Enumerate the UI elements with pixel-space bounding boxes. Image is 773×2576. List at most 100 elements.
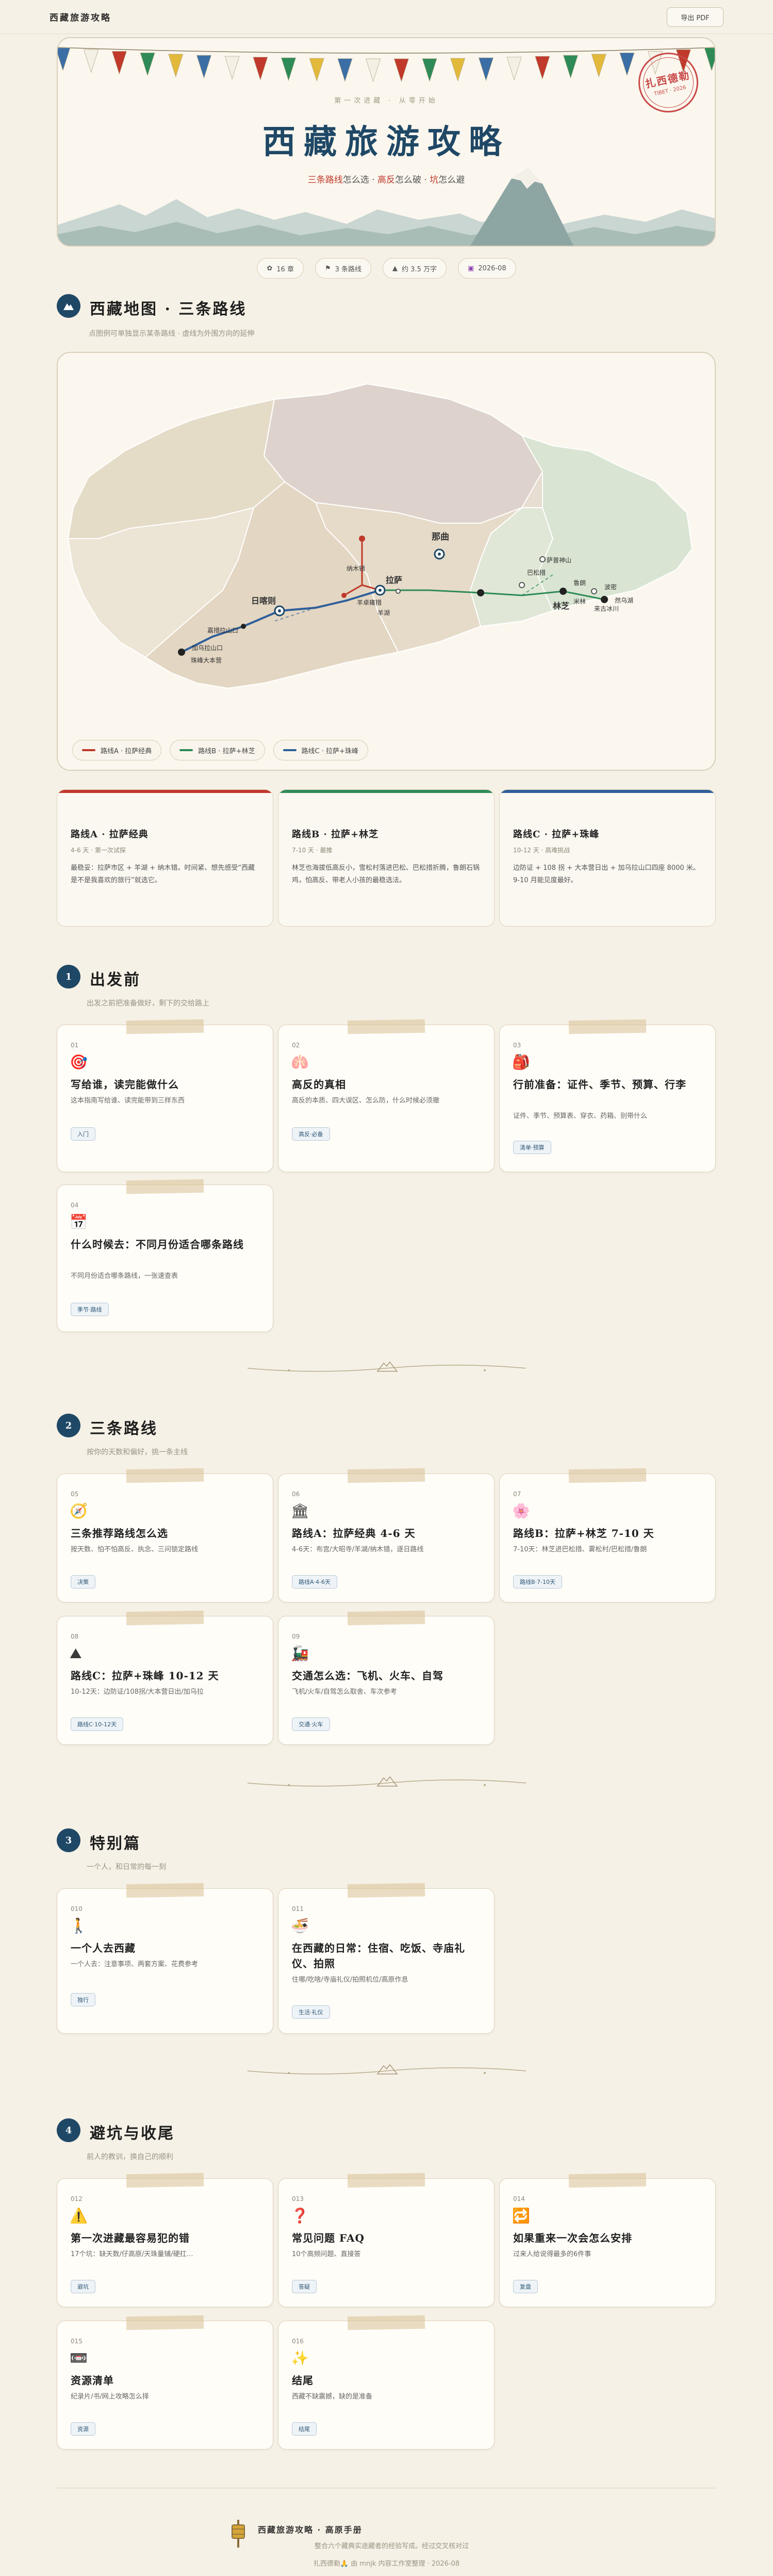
chapter-desc: 17个坑：缺天数/仔高原/天珠量铺/硬扛… <box>71 2250 193 2258</box>
chapter-tag: 独行 <box>71 1993 95 2006</box>
target-icon: 🎯 <box>70 1054 88 1071</box>
warning-icon: ⚠️ <box>70 2207 88 2224</box>
chapter-title: 路线C：拉萨+珠峰 10-12 天 <box>71 1670 219 1682</box>
tibet-map-panel: 那曲 拉萨 日喀则 林芝 米林 巴松措 鲁朗 波密 然乌湖 来古冰川 纳木错 羊… <box>57 352 716 771</box>
route-title: 路线B · 拉萨+林芝 <box>292 829 379 840</box>
chapter-card-06[interactable]: 06 🏛 路线A：拉萨经典 4-6 天 4-6天：布宫/大昭寺/羊湖/纳木错，逐… <box>278 1468 495 1602</box>
chapter-title: 资源清单 <box>71 2374 114 2387</box>
chapter-desc: 纪录片/书/网上攻略怎么择 <box>71 2393 149 2401</box>
map-label: 日喀则 <box>251 596 276 606</box>
route-card-a[interactable]: 路线A · 拉萨经典 4-6 天 · 第一次试探 最稳妥：拉萨市区 + 羊湖 +… <box>57 789 273 927</box>
chapter-desc: 4-6天：布宫/大昭寺/羊湖/纳木错，逐日路线 <box>292 1546 424 1553</box>
route-card-b[interactable]: 路线B · 拉萨+林芝 7-10 天 · 最推 林芝也海拔低高反小，雪松村落进巴… <box>278 789 495 927</box>
chapter-tag: 路线B·7-10天 <box>513 1575 563 1589</box>
chapter-desc: 过来人给说得最多的6件事 <box>513 2250 591 2258</box>
map-section-icon <box>57 294 80 318</box>
map-label: 嘉措拉山口 <box>207 626 238 634</box>
chapter-card-09[interactable]: 09 🚂 交通怎么选：飞机、火车、自驾 飞机/火车/自驾怎么取舍、车次参考 交通… <box>278 1610 495 1745</box>
chip-date: ▣ 2026-08 <box>457 258 516 279</box>
compass-icon: 🧭 <box>70 1502 88 1519</box>
chapter-desc: 这本指南写给谁、读完能带到三样东西 <box>71 1097 185 1105</box>
prayer-flag <box>196 55 212 79</box>
chapter-card-011[interactable]: 011 🍜 在西藏的日常：住宿、吃饭、寺庙礼仪、拍照 住哪/吃啥/寺庙礼仪/拍照… <box>278 1883 495 2034</box>
prayer-flag <box>309 58 324 82</box>
chapter-tag: 路线C·10-12天 <box>71 1718 124 1731</box>
chapter-card-07[interactable]: 07 🌸 路线B：拉萨+林芝 7-10 天 7-10天：林芝进巴松措、雾松村/巴… <box>499 1468 716 1602</box>
mountain-divider <box>248 2064 526 2075</box>
map-section-desc: 点图例可单独显示某条路线 · 虚线为外围方向的延伸 <box>89 330 255 338</box>
prayer-flag <box>253 57 268 81</box>
map-label: 珠峰大本营 <box>191 657 222 664</box>
blossom-icon: 🌸 <box>512 1502 530 1519</box>
chip-chapters: ✿ 16 章 <box>257 258 304 279</box>
legend-route-b[interactable]: 路线B · 拉萨+林芝 <box>170 740 265 760</box>
footer-title: 西藏旅游攻略 · 高原手册 <box>258 2525 363 2535</box>
chapter-desc: 证件、季节、预算表、穿衣、药箱、别带什么 <box>513 1112 648 1120</box>
chapter-desc: 不同月份适合哪条路线，一张速查表 <box>71 1272 178 1280</box>
sparkles-icon: ✨ <box>291 2350 309 2367</box>
chapter-card-010[interactable]: 010 🚶 一个人去西藏 一个人去：注意事项、两套方案、花费参考 独行 <box>57 1883 273 2034</box>
route-b-swatch <box>179 749 193 751</box>
hero-banner: 扎西德勒 TIBET · 2026 第一次进藏 · 从零开始 西藏旅游攻略 三条… <box>57 37 716 247</box>
chapter-tag: 资源 <box>71 2422 95 2436</box>
chapter-title: 常见问题 FAQ <box>292 2232 365 2244</box>
chapter-card-02[interactable]: 02 🫁 高反的真相 高反的本质、四大误区、怎么防，什么时候必须撤 高反·必备 <box>278 1019 495 1172</box>
chapter-desc: 10个高频问题、直接答 <box>292 2250 361 2258</box>
chapter-tag: 结尾 <box>292 2422 317 2436</box>
map-legend: 路线A · 拉萨经典 路线B · 拉萨+林芝 路线C · 拉萨+珠峰 <box>72 740 368 760</box>
chapter-card-013[interactable]: 013 ❓ 常见问题 FAQ 10个高频问题、直接答 答疑 <box>278 2173 495 2307</box>
chapter-card-015[interactable]: 015 📼 资源清单 纪录片/书/网上攻略怎么择 资源 <box>57 2315 273 2450</box>
chapter-card-08[interactable]: 08 ⛰ 路线C：拉萨+珠峰 10-12 天 10-12天：边防证/108拐/大… <box>57 1610 273 1745</box>
train-icon: 🚂 <box>291 1645 309 1662</box>
chapter-card-016[interactable]: 016 ✨ 结尾 西藏不缺震撼，缺的是准备 结尾 <box>278 2315 495 2450</box>
tibet-map[interactable]: 那曲 拉萨 日喀则 林芝 米林 巴松措 鲁朗 波密 然乌湖 来古冰川 纳木错 羊… <box>58 353 716 735</box>
route-meta: 7-10 天 · 最推 <box>292 847 333 854</box>
map-label: 拉萨 <box>386 575 402 585</box>
section-2-title: 三条路线 <box>90 1420 158 1438</box>
calendar-icon: 📅 <box>70 1213 88 1230</box>
legend-route-a[interactable]: 路线A · 拉萨经典 <box>72 740 162 760</box>
prayer-flag <box>619 52 635 76</box>
chapter-card-012[interactable]: 012 ⚠️ 第一次进藏最容易犯的错 17个坑：缺天数/仔高原/天珠量铺/硬扛…… <box>57 2173 273 2307</box>
noodle-bowl-icon: 🍜 <box>291 1917 309 1934</box>
route-title: 路线C · 拉萨+珠峰 <box>513 829 600 840</box>
walker-icon: 🚶 <box>70 1917 88 1934</box>
legend-route-c[interactable]: 路线C · 拉萨+珠峰 <box>273 740 368 760</box>
section-3-title: 特别篇 <box>90 1835 141 1853</box>
chapter-desc: 飞机/火车/自驾怎么取舍、车次参考 <box>292 1688 397 1696</box>
route-card-c[interactable]: 路线C · 拉萨+珠峰 10-12 天 · 高难挑战 边防证 + 108 拐 +… <box>499 789 716 927</box>
export-pdf-button[interactable]: 导出 PDF <box>667 7 723 27</box>
chip-routes: ⚑ 3 条路线 <box>315 258 372 279</box>
chapter-desc: 按天数、怕不怕高反、执念、三问锁定路线 <box>71 1546 199 1553</box>
chapter-card-05[interactable]: 05 🧭 三条推荐路线怎么选 按天数、怕不怕高反、执念、三问锁定路线 决策 <box>57 1468 273 1602</box>
map-label: 来古冰川 <box>594 605 619 612</box>
chapter-card-01[interactable]: 01 🎯 写给谁，读完能做什么 这本指南写给谁、读完能带到三样东西 入门 <box>57 1019 273 1172</box>
map-section-title: 西藏地图 · 三条路线 <box>90 300 247 318</box>
prayer-flag <box>84 49 99 73</box>
mountain-divider <box>248 1776 526 1787</box>
chapter-title: 行前准备：证件、季节、预算、行李 <box>513 1078 686 1091</box>
prayer-flag <box>450 58 466 82</box>
chapter-tag: 答疑 <box>292 2280 317 2293</box>
route-desc: 最稳妥：拉萨市区 + 羊湖 + 纳木错。时间紧、想先感受“西藏是不是我喜欢的旅行… <box>71 864 255 884</box>
chapter-tag: 避坑 <box>71 2280 95 2293</box>
prayer-flag <box>393 58 409 83</box>
chapter-desc: 一个人去：注意事项、两套方案、花费参考 <box>71 1961 199 1968</box>
chapter-desc: 住哪/吃啥/寺庙礼仪/拍照机位/高原作息 <box>292 1976 408 1984</box>
prayer-flags <box>58 47 715 83</box>
chapter-card-014[interactable]: 014 🔁 如果重来一次会怎么安排 过来人给说得最多的6件事 复盘 <box>499 2173 716 2307</box>
palace-icon: 🏛 <box>291 1502 309 1519</box>
chapter-title: 写给谁，读完能做什么 <box>71 1078 179 1091</box>
top-bar: 西藏旅游攻略 导出 PDF <box>0 0 773 34</box>
prayer-flag <box>140 52 155 76</box>
chapter-card-03[interactable]: 03 🎒 行前准备：证件、季节、预算、行李 证件、季节、预算表、穿衣、药箱、别带… <box>499 1019 716 1172</box>
map-label: 鲁朗 <box>573 579 586 587</box>
lungs-icon: 🫁 <box>291 1054 309 1071</box>
footer-subtitle: 整合六个藏典实途藏者的经验写成。经过交叉核对过 <box>314 2542 469 2550</box>
chapter-title: 一个人去西藏 <box>71 1942 136 1954</box>
section-4-title: 避坑与收尾 <box>90 2125 175 2143</box>
chapter-card-04[interactable]: 04 📅 什么时候去：不同月份适合哪条路线 不同月份适合哪条路线，一张速查表 季… <box>57 1179 273 1332</box>
chapter-title: 结尾 <box>292 2374 314 2387</box>
route-c-swatch <box>283 749 297 751</box>
section-4-desc: 前人的教训，换自己的顺利 <box>87 2153 173 2161</box>
